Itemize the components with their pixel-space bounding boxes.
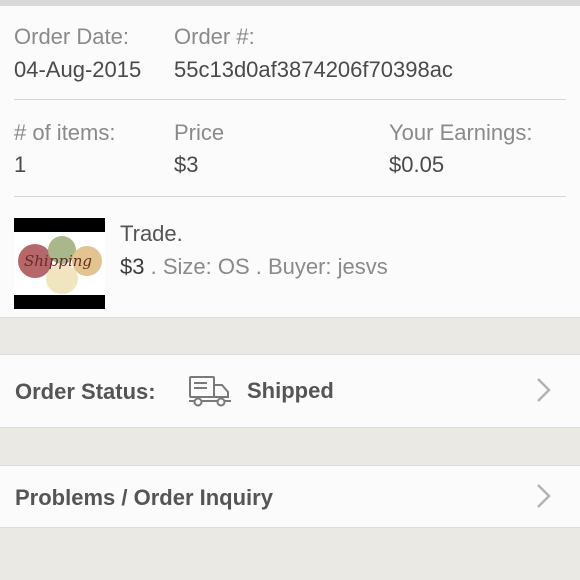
divider	[14, 99, 566, 100]
earnings-value: $0.05	[389, 152, 445, 177]
order-inquiry-label: Problems / Order Inquiry	[15, 485, 273, 510]
order-details-card: Order Date: Order #: 04-Aug-2015 55c13d0…	[0, 0, 580, 318]
order-date-label: Order Date:	[14, 24, 129, 49]
order-number-label: Order #:	[174, 24, 255, 49]
item-title[interactable]: Trade.	[120, 221, 183, 247]
item-count-value: 1	[14, 152, 27, 177]
order-date-value: 04-Aug-2015	[14, 57, 142, 82]
listing-thumbnail[interactable]: Shipping	[14, 218, 105, 309]
image-logo-text: Shipping	[24, 252, 92, 270]
image-bar-top	[14, 218, 105, 232]
chevron-right-icon[interactable]	[530, 377, 556, 403]
price-label: Price	[174, 120, 225, 145]
order-status-label: Order Status:	[15, 379, 156, 404]
order-number-value: 55c13d0af3874206f70398ac	[174, 57, 453, 82]
price-value: $3	[174, 152, 199, 177]
item-count-label: # of items:	[14, 120, 116, 145]
chevron-right-icon[interactable]	[530, 483, 556, 509]
divider	[14, 196, 566, 197]
order-inquiry-row[interactable]: Problems / Order Inquiry	[0, 465, 580, 528]
image-bar-bottom	[14, 295, 105, 309]
order-status-value: Shipped	[247, 378, 334, 403]
item-price: $3	[120, 254, 145, 279]
item-meta: $3 . Size: OS . Buyer: jesvs	[120, 254, 388, 280]
truck-icon	[189, 376, 231, 407]
earnings-label: Your Earnings:	[389, 120, 533, 145]
order-status-row[interactable]: Order Status: Shipped	[0, 354, 580, 428]
item-size-buyer: . Size: OS . Buyer: jesvs	[144, 254, 388, 279]
